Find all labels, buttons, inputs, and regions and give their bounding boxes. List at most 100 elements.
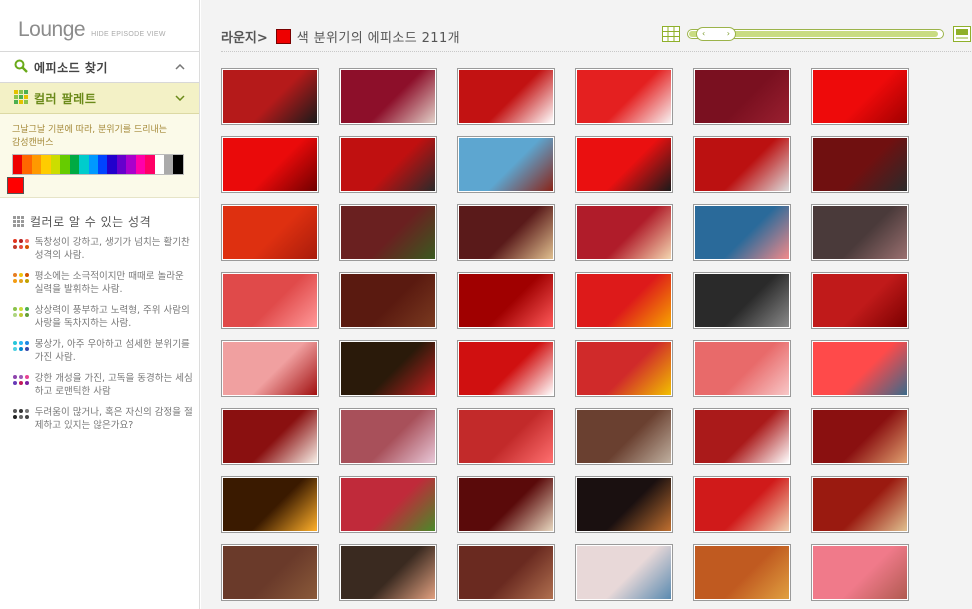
slider-left-arrow: ‹	[702, 29, 706, 38]
zoom-slider[interactable]: ‹ ›	[687, 27, 944, 41]
color-dots-icon	[13, 338, 33, 372]
episode-thumbnail[interactable]	[221, 272, 319, 329]
episode-thumbnail-image	[813, 478, 907, 531]
color-swatch[interactable]	[126, 155, 136, 174]
color-swatch[interactable]	[173, 155, 183, 174]
episode-thumbnail[interactable]	[457, 68, 555, 125]
episode-thumbnail[interactable]	[221, 136, 319, 193]
episode-thumbnail-image	[459, 138, 553, 191]
episode-thumbnail[interactable]	[575, 272, 673, 329]
selected-color-swatch[interactable]	[7, 177, 24, 194]
episode-thumbnail[interactable]	[221, 544, 319, 601]
episode-thumbnail[interactable]	[457, 272, 555, 329]
color-swatch[interactable]	[13, 155, 23, 174]
color-dots-icon	[13, 406, 33, 440]
slider-right-arrow: ›	[726, 29, 730, 38]
episode-thumbnail[interactable]	[457, 340, 555, 397]
color-dots-icon	[13, 304, 33, 338]
episode-thumbnail[interactable]	[339, 476, 437, 533]
episode-thumbnail[interactable]	[693, 408, 791, 465]
episode-thumbnail[interactable]	[339, 204, 437, 261]
search-icon	[14, 58, 28, 77]
episode-thumbnail[interactable]	[575, 68, 673, 125]
list-view-icon[interactable]	[953, 26, 971, 42]
find-episode-accordion[interactable]: 에피소드 찾기	[0, 52, 199, 83]
episode-thumbnail[interactable]	[339, 544, 437, 601]
color-swatch[interactable]	[60, 155, 70, 174]
grid-view-icon[interactable]	[662, 26, 680, 42]
episode-thumbnail[interactable]	[339, 408, 437, 465]
color-swatch[interactable]	[31, 155, 42, 174]
episode-thumbnail[interactable]	[811, 408, 909, 465]
episode-thumbnail-image	[695, 546, 789, 599]
episode-thumbnail[interactable]	[575, 204, 673, 261]
episode-thumbnail-image	[813, 70, 907, 123]
episode-thumbnail[interactable]	[693, 136, 791, 193]
episode-thumbnail[interactable]	[457, 204, 555, 261]
episode-thumbnail[interactable]	[811, 272, 909, 329]
episode-thumbnail[interactable]	[339, 68, 437, 125]
color-swatch[interactable]	[135, 155, 146, 174]
chevron-up-icon[interactable]	[173, 60, 187, 74]
episode-thumbnail[interactable]	[811, 544, 909, 601]
episode-thumbnail-image	[223, 342, 317, 395]
episode-thumbnail[interactable]	[221, 340, 319, 397]
color-swatch[interactable]	[22, 155, 32, 174]
episode-thumbnail[interactable]	[221, 476, 319, 533]
episode-thumbnail[interactable]	[693, 340, 791, 397]
palette-description: 그날그날 기분에 따라, 분위기를 드리내는 감성캔버스	[12, 125, 168, 148]
logo-text: Lounge	[18, 18, 86, 41]
color-palette-accordion[interactable]: 컬러 팔레트	[0, 83, 199, 114]
episode-thumbnail-image	[459, 546, 553, 599]
episode-thumbnail[interactable]	[693, 204, 791, 261]
episode-thumbnail[interactable]	[221, 204, 319, 261]
episode-thumbnail[interactable]	[339, 136, 437, 193]
episode-thumbnail[interactable]	[339, 272, 437, 329]
episode-thumbnail-image	[341, 138, 435, 191]
episode-thumbnail[interactable]	[811, 204, 909, 261]
episode-thumbnail[interactable]	[457, 544, 555, 601]
color-swatch[interactable]	[88, 155, 98, 174]
episode-thumbnail[interactable]	[575, 476, 673, 533]
color-swatch[interactable]	[145, 155, 155, 174]
episode-thumbnail[interactable]	[693, 476, 791, 533]
color-swatch[interactable]	[154, 155, 164, 174]
color-swatch[interactable]	[50, 155, 61, 174]
logo[interactable]: Lounge HIDE EPISODE VIEW	[0, 0, 199, 52]
color-swatch[interactable]	[116, 155, 127, 174]
breadcrumb[interactable]: 라운지>	[221, 27, 268, 46]
zoom-slider-handle[interactable]: ‹ ›	[696, 27, 736, 41]
episode-thumbnail[interactable]	[575, 544, 673, 601]
color-swatch[interactable]	[41, 155, 51, 174]
episode-thumbnail[interactable]	[575, 340, 673, 397]
trait-text: 두려움이 많거나, 혹은 자신의 감정을 절제하고 있지는 않은가요?	[34, 407, 193, 431]
episode-thumbnail[interactable]	[221, 408, 319, 465]
episode-thumbnail[interactable]	[457, 136, 555, 193]
episode-thumbnail[interactable]	[575, 136, 673, 193]
episode-thumbnail[interactable]	[693, 272, 791, 329]
episode-thumbnail-image	[577, 206, 671, 259]
episode-thumbnail-image	[223, 138, 317, 191]
color-swatch[interactable]	[107, 155, 117, 174]
color-swatch[interactable]	[79, 155, 89, 174]
color-swatch[interactable]	[97, 155, 108, 174]
hide-episode-view-link[interactable]: HIDE EPISODE VIEW	[91, 31, 166, 38]
episode-thumbnail[interactable]	[575, 408, 673, 465]
episode-thumbnail[interactable]	[811, 68, 909, 125]
episode-thumbnail[interactable]	[457, 476, 555, 533]
episode-thumbnail[interactable]	[811, 476, 909, 533]
episode-thumbnail[interactable]	[693, 544, 791, 601]
episode-thumbnail-image	[577, 274, 671, 327]
episode-thumbnail[interactable]	[221, 68, 319, 125]
episode-thumbnail[interactable]	[339, 340, 437, 397]
episode-thumbnail-image	[577, 478, 671, 531]
episode-thumbnail[interactable]	[811, 340, 909, 397]
episode-thumbnail[interactable]	[457, 408, 555, 465]
episode-thumbnail-image	[341, 70, 435, 123]
color-swatch[interactable]	[164, 155, 174, 174]
episode-thumbnail[interactable]	[693, 68, 791, 125]
chevron-down-icon[interactable]	[173, 91, 187, 105]
color-swatch[interactable]	[69, 155, 80, 174]
episode-thumbnail[interactable]	[811, 136, 909, 193]
color-swatch-bar	[12, 154, 184, 175]
